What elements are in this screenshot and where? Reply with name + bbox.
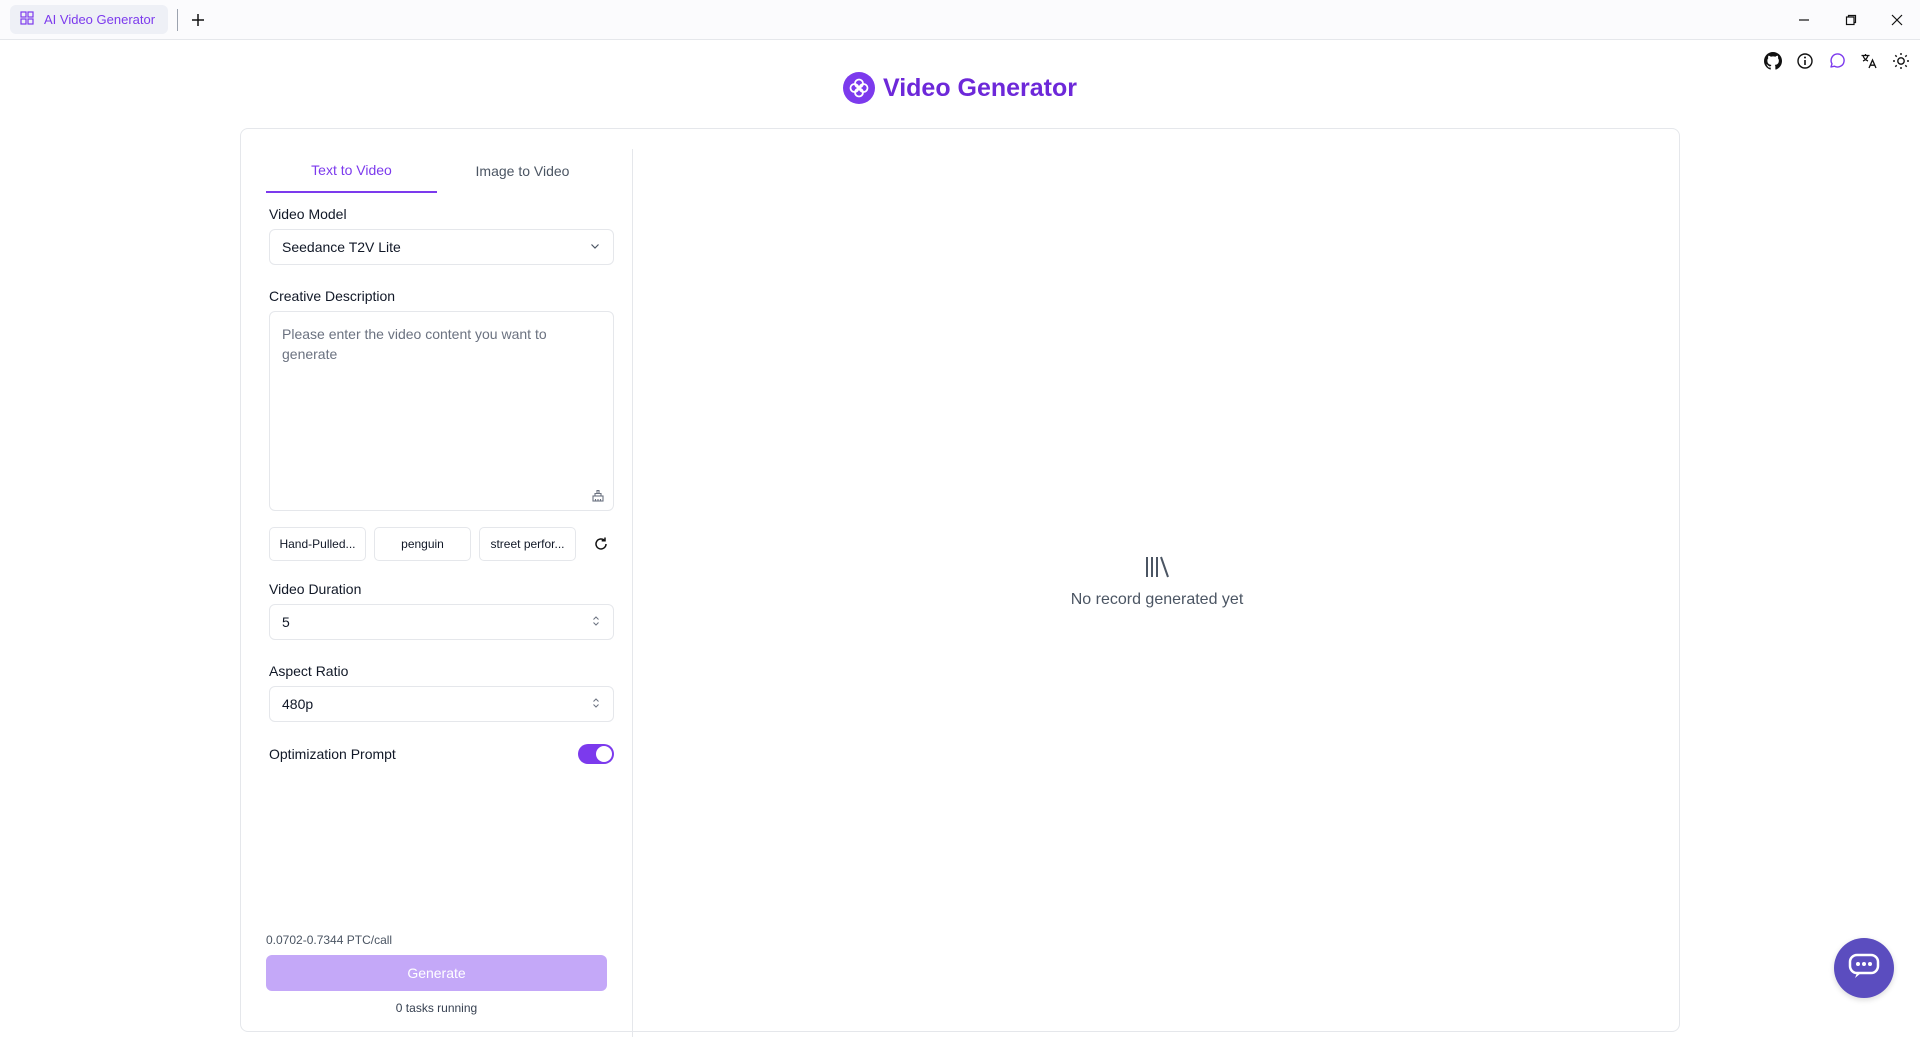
suggestion-chip[interactable]: Hand-Pulled... — [269, 527, 366, 561]
page-title: Video Generator — [882, 73, 1078, 102]
suggestion-chip[interactable]: street perfor... — [479, 527, 576, 561]
empty-state-text: No record generated yet — [1070, 591, 1244, 608]
aspect-ratio-select[interactable]: 480p — [269, 686, 614, 722]
updown-chevron-icon — [591, 696, 601, 712]
price-text: 0.0702-0.7344 PTC/call — [266, 933, 393, 947]
title-bar: AI Video Generator — [0, 0, 1920, 40]
apps-icon — [20, 11, 34, 28]
suggestion-chip[interactable]: penguin — [374, 527, 471, 561]
info-icon[interactable] — [1796, 52, 1814, 70]
clear-brush-icon[interactable] — [591, 488, 605, 502]
main-card: Text to Video Image to Video Video Model… — [240, 128, 1681, 1037]
creative-description-label: Creative Description — [269, 288, 396, 304]
chatbot-icon — [1847, 952, 1881, 985]
video-duration-value: 5 — [282, 614, 290, 630]
github-icon[interactable] — [1764, 52, 1782, 70]
video-duration-select[interactable]: 5 — [269, 604, 614, 640]
settings-panel: Text to Video Image to Video Video Model… — [241, 149, 633, 1037]
sun-icon[interactable] — [1892, 52, 1910, 70]
video-model-value: Seedance T2V Lite — [282, 239, 401, 255]
optimization-prompt-toggle[interactable] — [578, 744, 614, 764]
chevron-down-icon — [589, 239, 601, 255]
results-panel: No record generated yet — [633, 129, 1681, 1033]
chat-icon[interactable] — [1828, 52, 1846, 70]
page-header: Video Generator — [0, 72, 1920, 104]
tab-title: AI Video Generator — [44, 12, 156, 27]
aspect-ratio-value: 480p — [282, 696, 314, 712]
tasks-running-text: 0 tasks running — [395, 1001, 478, 1015]
browser-tab[interactable]: AI Video Generator — [10, 5, 168, 34]
mode-tabs: Text to Video Image to Video — [266, 149, 608, 193]
close-icon[interactable] — [1874, 0, 1920, 40]
top-toolbar — [1764, 52, 1910, 70]
restore-icon[interactable] — [1828, 0, 1874, 40]
logo-icon — [842, 72, 875, 104]
library-icon — [1143, 553, 1171, 581]
aspect-ratio-label: Aspect Ratio — [269, 663, 349, 679]
video-model-label: Video Model — [269, 206, 347, 222]
tab-separator — [177, 8, 178, 31]
tab-image-to-video[interactable]: Image to Video — [437, 149, 608, 193]
new-tab-icon[interactable] — [188, 10, 208, 30]
optimization-prompt-label: Optimization Prompt — [269, 746, 396, 762]
toggle-knob — [596, 746, 612, 762]
updown-chevron-icon — [591, 614, 601, 630]
refresh-icon[interactable] — [592, 535, 610, 553]
video-duration-label: Video Duration — [269, 581, 362, 597]
suggestion-chips: Hand-Pulled... penguin street perfor... — [269, 527, 610, 561]
creative-description-input[interactable]: Please enter the video content you want … — [269, 311, 614, 511]
creative-description-placeholder: Please enter the video content you want … — [282, 326, 547, 362]
video-model-select[interactable]: Seedance T2V Lite — [269, 229, 614, 265]
chatbot-button[interactable] — [1834, 938, 1894, 998]
translate-icon[interactable] — [1860, 52, 1878, 70]
generate-button[interactable]: Generate — [266, 955, 607, 991]
minimize-icon[interactable] — [1781, 0, 1827, 40]
tab-text-to-video[interactable]: Text to Video — [266, 149, 437, 193]
